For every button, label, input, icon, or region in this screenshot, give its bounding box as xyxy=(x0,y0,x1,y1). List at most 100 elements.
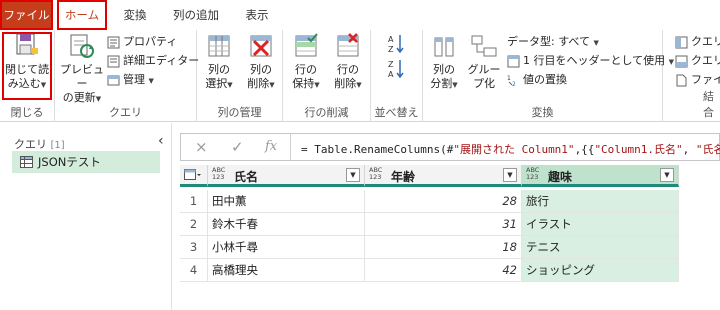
filter-dropdown-icon[interactable]: ▼ xyxy=(346,168,360,182)
group-combine: クエリの クエリの ファイル 結合 xyxy=(663,30,720,122)
choose-columns-label-1: 列の xyxy=(208,63,230,76)
group-label-close: 閉じる xyxy=(10,106,44,119)
column-header-hobby[interactable]: ABC 123 趣味 ▼ xyxy=(522,165,679,187)
group-transform: 列の 分割▼ グルー プ化 データ型: すべて ▼ 1 行目をヘッダーとして使用… xyxy=(423,30,674,122)
chevron-down-icon: ▼ xyxy=(269,81,275,89)
table-cell[interactable]: 18 xyxy=(365,236,522,259)
formula-string: "Column1.氏名" xyxy=(594,143,683,156)
close-and-load-label-2: み込む xyxy=(7,77,41,90)
merge-queries-button[interactable]: クエリの xyxy=(675,33,720,51)
refresh-preview-label-1: プレビュー xyxy=(60,63,104,90)
confirm-icon[interactable]: ✓ xyxy=(231,138,244,156)
table-cell[interactable]: 42 xyxy=(365,259,522,282)
replace-values-button[interactable]: 1 2 値の置換 xyxy=(507,71,567,89)
formula-part: ,{{ xyxy=(574,143,595,156)
split-column-button[interactable]: 列の 分割▼ xyxy=(425,32,463,92)
ribbon-tabbar: ファイル ホーム 変換 列の追加 表示 xyxy=(0,0,720,30)
chevron-down-icon: ▼ xyxy=(95,95,102,103)
query-item-label: JSONテスト xyxy=(38,155,101,169)
column-header-label: 年齢 xyxy=(391,170,416,184)
fx-icon[interactable]: fx xyxy=(265,139,277,154)
cancel-icon[interactable]: × xyxy=(195,138,208,156)
group-close: 閉じて読 み込む▼ 閉じる xyxy=(0,30,55,122)
use-first-row-as-headers-label: 1 行目をヘッダーとして使用 xyxy=(523,54,666,67)
append-queries-button[interactable]: クエリの xyxy=(675,52,720,70)
type-any-icon[interactable]: ABC 123 xyxy=(212,167,225,181)
collapse-pane-icon[interactable]: ‹ xyxy=(158,133,164,149)
keep-rows-button[interactable]: 行の 保持▼ xyxy=(286,32,326,92)
group-by-icon xyxy=(471,35,497,57)
remove-columns-button[interactable]: 列の 削除▼ xyxy=(241,32,281,92)
chevron-down-icon: ▼ xyxy=(452,81,458,89)
table-cell[interactable]: 28 xyxy=(365,190,522,213)
filter-dropdown-icon[interactable]: ▼ xyxy=(503,168,517,182)
split-column-label-2: 分割 xyxy=(430,77,453,90)
table-menu-icon xyxy=(184,169,201,180)
group-manage-columns: 列の 選択▼ 列の 削除▼ 列の管理 xyxy=(197,30,283,122)
table-cell[interactable]: テニス xyxy=(522,236,679,259)
table-cell[interactable]: イラスト xyxy=(522,213,679,236)
merge-queries-label: クエリの xyxy=(691,35,720,48)
refresh-icon xyxy=(70,34,94,58)
keep-rows-icon xyxy=(295,33,318,57)
table-cell[interactable]: 旅行 xyxy=(522,190,679,213)
manage-button[interactable]: 管理 ▼ xyxy=(107,71,154,89)
row-index[interactable]: 3 xyxy=(180,236,208,259)
tab-add-column[interactable]: 列の追加 xyxy=(166,0,226,30)
group-label-transform: 変換 xyxy=(531,106,554,119)
table-cell[interactable]: 小林千尋 xyxy=(208,236,365,259)
column-header-label: 趣味 xyxy=(548,170,573,184)
group-label-reduce-rows: 行の削減 xyxy=(304,106,349,119)
tab-view[interactable]: 表示 xyxy=(240,0,274,30)
table-icon xyxy=(20,156,33,168)
append-queries-icon xyxy=(675,55,688,67)
group-label-sort: 並べ替え xyxy=(374,106,419,119)
combine-files-button[interactable]: ファイル xyxy=(675,71,720,89)
table-corner-menu[interactable] xyxy=(180,165,208,187)
column-header-name[interactable]: ABC 123 氏名 ▼ xyxy=(208,165,365,187)
table-cell[interactable]: 31 xyxy=(365,213,522,236)
type-any-icon[interactable]: ABC 123 xyxy=(526,167,539,181)
row-index[interactable]: 4 xyxy=(180,259,208,282)
type-any-line: 123 xyxy=(526,173,539,181)
sort-ascending-button[interactable]: AZ xyxy=(387,33,405,55)
tab-transform[interactable]: 変換 xyxy=(117,0,153,30)
type-any-icon[interactable]: ABC 123 xyxy=(369,167,382,181)
properties-button[interactable]: プロパティ xyxy=(107,33,177,51)
group-query: プレビュー の更新▼ プロパティ 詳細エディター 管理 ▼ クエリ xyxy=(55,30,199,122)
data-type-dropdown[interactable]: データ型: すべて ▼ xyxy=(507,33,599,51)
group-label-manage-columns: 列の管理 xyxy=(217,106,262,119)
tab-file[interactable]: ファイル xyxy=(0,0,53,30)
choose-columns-button[interactable]: 列の 選択▼ xyxy=(199,32,239,92)
filter-dropdown-icon[interactable]: ▼ xyxy=(660,168,674,182)
query-item[interactable]: JSONテスト xyxy=(12,151,160,173)
queries-pane: クエリ [1] ‹ JSONテスト xyxy=(0,123,172,310)
formula-input[interactable]: = Table.RenameColumns(#"展開された Column1",{… xyxy=(301,141,720,157)
svg-text:1: 1 xyxy=(507,75,511,82)
type-any-line: 123 xyxy=(212,173,225,181)
row-index[interactable]: 2 xyxy=(180,213,208,236)
close-and-load-button[interactable]: 閉じて読 み込む▼ xyxy=(4,32,50,92)
refresh-preview-label-2: の更新 xyxy=(62,91,96,104)
close-and-load-label-1: 閉じて読 xyxy=(5,63,49,76)
remove-rows-button[interactable]: 行の 削除▼ xyxy=(328,32,368,92)
sort-descending-button[interactable]: ZA xyxy=(387,58,405,80)
remove-rows-label-1: 行の xyxy=(337,63,359,76)
group-sort: AZ ZA 並べ替え xyxy=(371,30,423,122)
group-by-button[interactable]: グルー プ化 xyxy=(465,32,503,91)
refresh-preview-button[interactable]: プレビュー の更新▼ xyxy=(57,32,107,106)
split-column-icon xyxy=(434,37,454,57)
use-first-row-as-headers-button[interactable]: 1 行目をヘッダーとして使用 ▼ xyxy=(507,52,674,70)
table-cell[interactable]: 田中薫 xyxy=(208,190,365,213)
table-cell[interactable]: 鈴木千春 xyxy=(208,213,365,236)
group-reduce-rows: 行の 保持▼ 行の 削除▼ 行の削減 xyxy=(283,30,371,122)
properties-icon xyxy=(107,36,120,48)
column-header-age[interactable]: ABC 123 年齢 ▼ xyxy=(365,165,522,187)
advanced-editor-button[interactable]: 詳細エディター xyxy=(107,52,199,70)
table-cell[interactable]: ショッピング xyxy=(522,259,679,282)
tab-home[interactable]: ホーム xyxy=(57,0,107,30)
properties-label: プロパティ xyxy=(123,35,178,48)
merge-queries-icon xyxy=(675,36,688,48)
row-index[interactable]: 1 xyxy=(180,190,208,213)
table-cell[interactable]: 高橋理央 xyxy=(208,259,365,282)
